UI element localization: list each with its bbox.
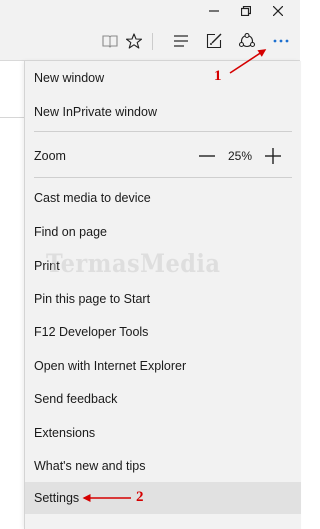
- menu-divider: [34, 177, 292, 178]
- menu-item-f12-developer-tools[interactable]: F12 Developer Tools: [25, 317, 301, 347]
- toolbar-separator: [152, 33, 153, 50]
- menu-item-settings[interactable]: Settings: [25, 482, 301, 514]
- menu-item-label: Pin this page to Start: [34, 292, 151, 306]
- share-icon: [238, 33, 256, 48]
- more-actions-icon: [273, 39, 289, 43]
- plus-icon: [265, 148, 281, 164]
- menu-item-print[interactable]: Print: [25, 251, 301, 281]
- browser-toolbar: [0, 22, 300, 61]
- menu-item-label: New InPrivate window: [34, 105, 157, 119]
- menu-item-label: What's new and tips: [34, 459, 146, 473]
- menu-divider: [34, 131, 292, 132]
- menu-item-whats-new[interactable]: What's new and tips: [25, 451, 301, 481]
- close-button[interactable]: [262, 0, 294, 22]
- web-note-button[interactable]: [199, 22, 229, 60]
- minimize-button[interactable]: [198, 0, 230, 22]
- menu-item-new-window[interactable]: New window: [25, 63, 301, 93]
- share-button[interactable]: [232, 22, 262, 60]
- close-icon: [273, 6, 283, 16]
- hub-button[interactable]: [166, 22, 196, 60]
- menu-item-label: Open with Internet Explorer: [34, 359, 187, 373]
- annotation-number-1: 1: [214, 68, 222, 84]
- menu-item-pin-to-start[interactable]: Pin this page to Start: [25, 284, 301, 314]
- menu-item-send-feedback[interactable]: Send feedback: [25, 384, 301, 414]
- page-content: [0, 61, 24, 529]
- reading-view-icon: [102, 35, 118, 48]
- more-actions-button[interactable]: [266, 22, 296, 60]
- title-bar: [0, 0, 300, 22]
- hub-icon: [174, 35, 188, 47]
- zoom-label: Zoom: [34, 149, 66, 163]
- menu-item-open-with-ie[interactable]: Open with Internet Explorer: [25, 351, 301, 381]
- menu-item-label: Settings: [34, 491, 80, 505]
- zoom-out-button[interactable]: [196, 141, 218, 171]
- menu-item-label: Print: [34, 259, 60, 273]
- page-divider: [0, 117, 24, 118]
- zoom-in-button[interactable]: [262, 141, 284, 171]
- zoom-value: 25%: [227, 149, 253, 163]
- menu-item-label: Send feedback: [34, 392, 118, 406]
- more-actions-menu: New window New InPrivate window Zoom 25%…: [24, 61, 301, 529]
- menu-item-label: Cast media to device: [34, 191, 151, 205]
- annotation-number-2: 2: [136, 489, 144, 505]
- menu-item-label: F12 Developer Tools: [34, 325, 149, 339]
- minus-icon: [199, 155, 215, 157]
- menu-item-new-inprivate-window[interactable]: New InPrivate window: [25, 97, 301, 127]
- menu-item-label: New window: [34, 71, 105, 85]
- restore-button[interactable]: [230, 0, 262, 22]
- menu-item-find-on-page[interactable]: Find on page: [25, 217, 301, 247]
- menu-item-cast-media[interactable]: Cast media to device: [25, 183, 301, 213]
- menu-item-label: Extensions: [34, 426, 96, 440]
- favorites-star-icon: [126, 33, 142, 49]
- favorites-button[interactable]: [119, 22, 149, 60]
- menu-item-zoom: Zoom 25%: [25, 141, 301, 171]
- restore-icon: [241, 6, 251, 16]
- minimize-icon: [209, 10, 219, 12]
- menu-item-label: Find on page: [34, 225, 107, 239]
- menu-item-extensions[interactable]: Extensions: [25, 418, 301, 448]
- web-note-icon: [206, 33, 222, 49]
